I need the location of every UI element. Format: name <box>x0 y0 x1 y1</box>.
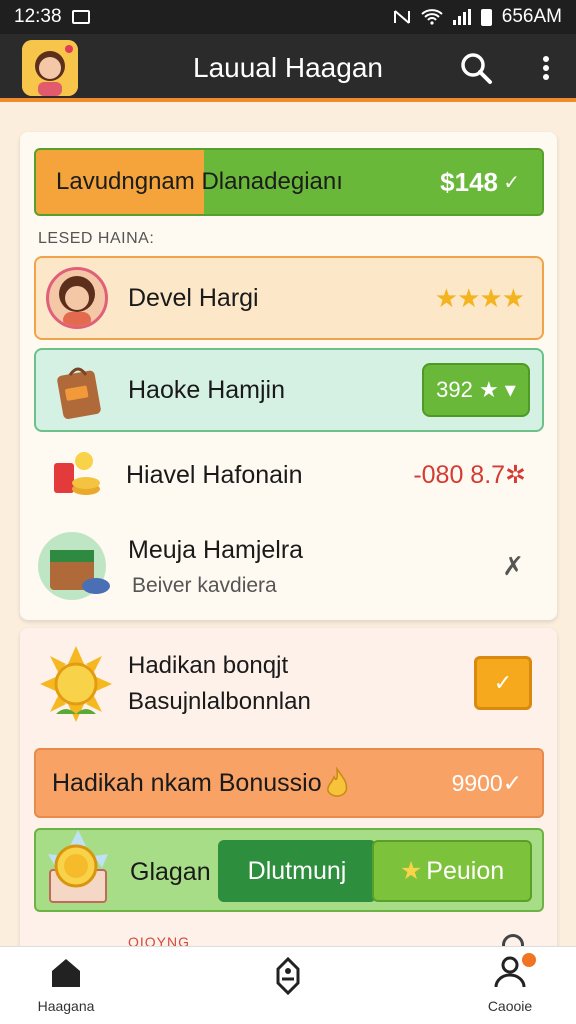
status-clock-right: 656AM <box>501 6 562 27</box>
sun-coin-icon <box>40 646 112 722</box>
secondary-action-button[interactable]: ★ Peuion <box>372 840 532 902</box>
avatar <box>46 267 108 329</box>
bonus-value: 9900✓ <box>451 769 522 796</box>
list-item-name: Haoke Hamjin <box>128 375 286 404</box>
list-item[interactable]: Devel Hargi ★★★★ <box>34 256 544 340</box>
app-bar: Lauual Haagan <box>0 34 576 102</box>
list-item-subtitle: Beiver kavdiera <box>132 574 277 597</box>
bonus-text: Hadikah nkam Bonussio <box>52 768 322 797</box>
search-icon[interactable] <box>458 50 494 86</box>
banner-text: Lavudngnam Dlanadegianı <box>56 168 343 195</box>
action-row: Glagan Dlutmunj ★ Peuion <box>34 828 544 912</box>
nav-label: Caooie <box>487 998 533 1014</box>
summary-banner[interactable]: Lavudngnam Dlanadegianı $148 ✓ <box>34 148 544 216</box>
wifi-icon <box>421 9 443 25</box>
secondary-action-label: Peuion <box>426 856 505 885</box>
nav-item-account[interactable]: Caooie <box>460 953 560 1014</box>
bag-icon <box>57 367 101 419</box>
list-item-name: Devel Hargi <box>128 283 259 312</box>
image-notification-icon <box>71 10 90 24</box>
section-label: LESED HAINA: <box>38 230 155 247</box>
action-row-label: Glagan <box>130 858 211 886</box>
primary-action-button[interactable]: Dlutmunj <box>218 840 376 902</box>
list-item-name: Hiavel Hafonain <box>126 460 303 489</box>
promo-item[interactable]: Hadikan bonqjt Basujnlalbonnlan ✓ <box>34 636 544 732</box>
promo-subtitle: Basujnlalbonnlan <box>128 688 311 715</box>
battery-icon <box>480 8 492 26</box>
nav-item-tag[interactable] <box>238 955 338 1000</box>
list-item[interactable]: Meuja Hamjelra Beiver kavdiera ✗ <box>34 518 544 614</box>
bottom-navigation: Haagana Caooie <box>0 946 576 1024</box>
nav-label: Haagana <box>37 998 95 1014</box>
banner-amount: $148 <box>440 166 498 197</box>
gift-box-icon <box>38 532 110 600</box>
home-icon <box>52 959 80 987</box>
chevron-down-icon: ✓ <box>503 171 520 194</box>
coins-icon <box>54 452 100 495</box>
promo-checkbox[interactable]: ✓ <box>474 656 532 710</box>
close-icon[interactable]: ✗ <box>502 551 524 582</box>
value-badge[interactable]: 392 ★ ▾ <box>422 363 530 417</box>
person-icon <box>59 276 95 326</box>
coin-book-icon <box>48 830 108 903</box>
nfc-icon <box>393 10 410 24</box>
more-menu-icon[interactable] <box>536 52 556 84</box>
star-icon: ★ <box>399 857 423 885</box>
status-bar: 12:38 656AM <box>0 0 576 34</box>
change-value: -080 8.7✲ <box>413 461 526 489</box>
nav-item-home[interactable]: Haagana <box>16 955 116 1014</box>
tag-icon <box>276 956 300 996</box>
bonus-bar[interactable]: Hadikah nkam Bonussio 9900✓ <box>34 748 544 818</box>
signal-icon <box>452 9 471 25</box>
list-item[interactable]: Haoke Hamjin 392 ★ ▾ <box>34 348 544 432</box>
star-rating: ★★★★ <box>434 282 525 313</box>
list-item-name: Meuja Hamjelra <box>128 536 304 564</box>
list-item[interactable]: Hiavel Hafonain -080 8.7✲ <box>34 440 544 510</box>
notification-badge <box>522 953 536 967</box>
flame-icon <box>326 767 347 797</box>
status-time: 12:38 <box>14 6 62 27</box>
promo-title: Hadikan bonqjt <box>128 652 289 679</box>
